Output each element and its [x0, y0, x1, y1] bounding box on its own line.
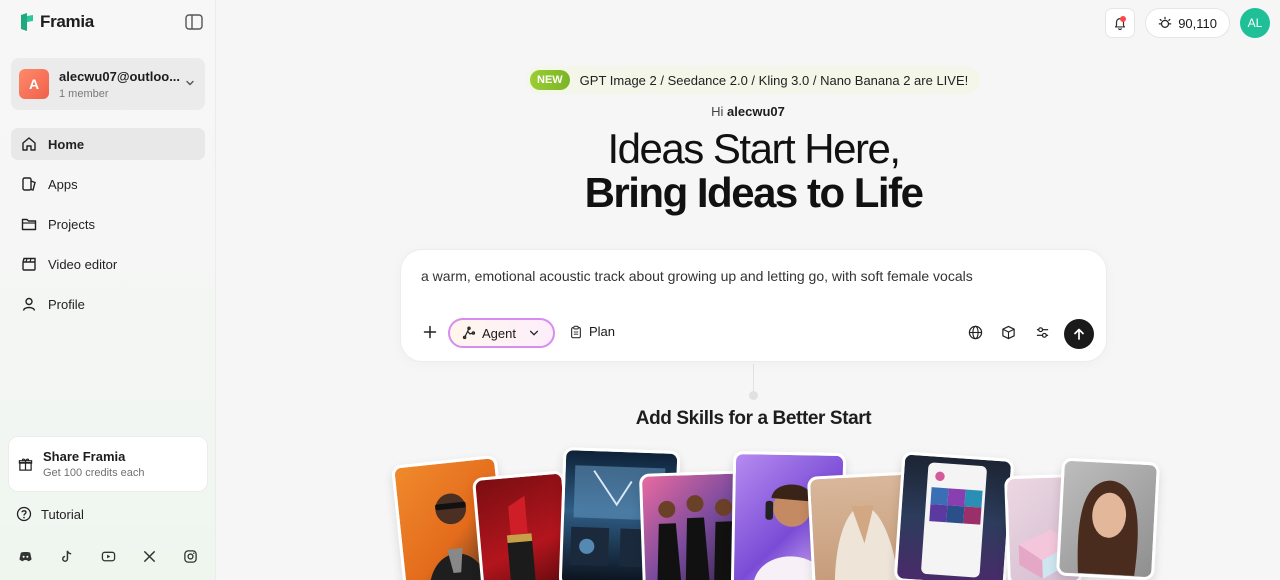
skill-card-social-feed[interactable]	[893, 451, 1015, 580]
phone-feed-icon	[921, 462, 987, 578]
credits-balance[interactable]: 90,110	[1145, 8, 1230, 38]
sidebar-toggle-icon[interactable]	[185, 14, 203, 30]
greeting: Hi alecwu07	[0, 104, 1280, 119]
lipstick-icon	[506, 495, 537, 580]
sidebar-nav: Home Apps Projects Video editor Profile	[11, 128, 205, 328]
skills-title: Add Skills for a Better Start	[635, 408, 872, 429]
sidebar-item-label: Video editor	[48, 256, 118, 272]
framia-logo-icon	[21, 13, 33, 31]
share-framia-card[interactable]: Share Framia Get 100 credits each	[8, 436, 208, 492]
prompt-input[interactable]: a warm, emotional acoustic track about g…	[421, 268, 973, 284]
social-links	[18, 549, 198, 564]
skill-card-woman-portrait[interactable]	[1055, 457, 1161, 580]
apps-icon	[22, 177, 36, 191]
tutorial-link[interactable]: Tutorial	[16, 506, 84, 522]
clipboard-icon	[571, 325, 581, 338]
sidebar-item-profile[interactable]: Profile	[11, 288, 205, 320]
new-badge: NEW	[530, 70, 570, 90]
greeting-name: alecwu07	[727, 104, 785, 119]
user-icon	[22, 297, 36, 311]
sidebar: Framia A alecwu07@outloo... 1 member Hom…	[0, 0, 216, 580]
add-attachment-icon[interactable]	[423, 325, 437, 339]
account-email: alecwu07@outloo...	[59, 68, 181, 84]
instagram-icon[interactable]	[183, 549, 198, 564]
help-circle-icon	[16, 506, 32, 522]
hero-headline: Ideas Start Here, Bring Ideas to Life	[216, 127, 1280, 215]
youtube-icon[interactable]	[101, 549, 116, 564]
sidebar-item-apps[interactable]: Apps	[11, 168, 205, 200]
home-icon	[22, 137, 36, 151]
prompt-box: a warm, emotional acoustic track about g…	[400, 249, 1107, 362]
clapperboard-icon	[22, 257, 36, 271]
account-members: 1 member	[59, 87, 109, 100]
globe-icon[interactable]	[968, 325, 983, 340]
share-title: Share Framia	[43, 449, 126, 464]
settings-sliders-icon[interactable]	[1035, 325, 1050, 340]
tutorial-label: Tutorial	[41, 506, 84, 522]
sidebar-item-projects[interactable]: Projects	[11, 208, 205, 240]
announcement-text: GPT Image 2 / Seedance 2.0 / Kling 3.0 /…	[579, 72, 969, 88]
announcement-banner[interactable]: NEW GPT Image 2 / Seedance 2.0 / Kling 3…	[526, 66, 981, 94]
connector-dot	[749, 391, 758, 400]
chevron-down-icon	[529, 330, 539, 336]
tiktok-icon[interactable]	[59, 549, 74, 564]
sidebar-item-label: Apps	[48, 176, 78, 192]
plan-label: Plan	[589, 324, 616, 339]
notifications-button[interactable]	[1105, 8, 1136, 38]
chevron-down-icon	[186, 80, 194, 86]
agent-mode-label: Agent	[482, 325, 516, 341]
folder-icon	[21, 218, 37, 231]
headline-line-1: Ideas Start Here,	[607, 125, 901, 172]
send-button[interactable]	[1064, 319, 1094, 349]
account-switcher[interactable]: A alecwu07@outloo... 1 member	[11, 58, 205, 110]
gift-icon	[18, 458, 33, 471]
brand-name: Framia	[40, 12, 94, 31]
top-bar-actions: 90,110 AL	[1105, 8, 1270, 38]
arrow-up-icon	[1074, 328, 1084, 340]
x-icon[interactable]	[142, 549, 157, 564]
agent-icon	[462, 326, 476, 340]
user-avatar[interactable]: AL	[1240, 8, 1270, 38]
share-subtitle: Get 100 credits each	[43, 467, 145, 479]
discord-icon[interactable]	[18, 549, 33, 564]
connector-line	[753, 364, 754, 392]
brand[interactable]: Framia	[20, 12, 94, 32]
sidebar-item-label: Projects	[48, 216, 95, 232]
account-avatar: A	[19, 69, 49, 99]
credits-icon	[1158, 16, 1172, 28]
portrait-illustration-icon	[1077, 480, 1138, 576]
sidebar-item-home[interactable]: Home	[11, 128, 205, 160]
sidebar-item-label: Home	[48, 136, 85, 152]
credits-value: 90,110	[1178, 15, 1217, 31]
plan-button[interactable]: Plan	[569, 324, 615, 339]
agent-mode-dropdown[interactable]: Agent	[448, 318, 555, 348]
headline-line-2: Bring Ideas to Life	[584, 169, 924, 216]
sidebar-item-video-editor[interactable]: Video editor	[11, 248, 205, 280]
greeting-prefix: Hi	[711, 104, 724, 119]
cube-icon[interactable]	[1001, 325, 1016, 340]
sidebar-item-label: Profile	[48, 296, 85, 312]
